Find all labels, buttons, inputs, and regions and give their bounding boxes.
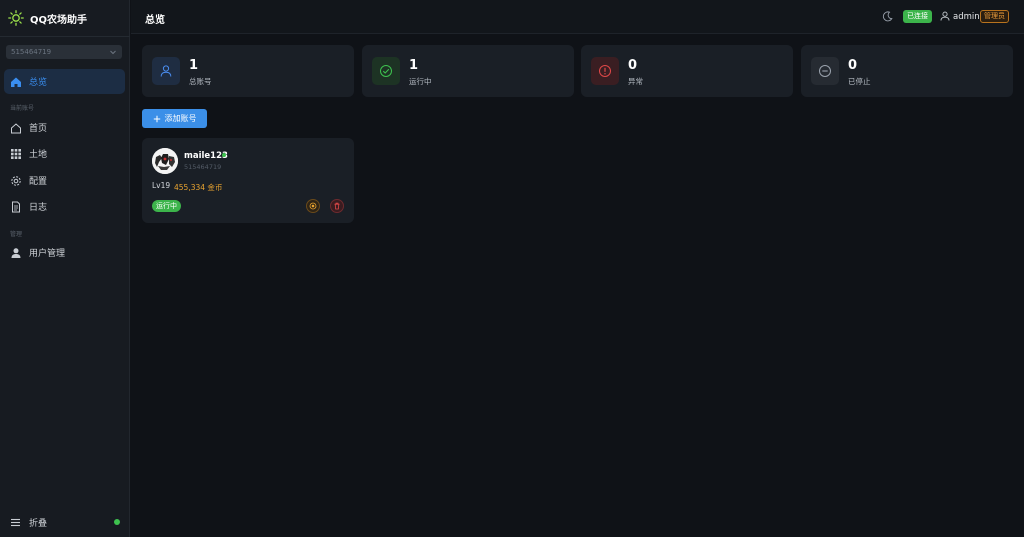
divider <box>0 36 130 37</box>
nav-section-account: 当前账号 <box>10 105 35 112</box>
collapse-label: 折叠 <box>29 519 48 529</box>
stat-icon-box <box>591 57 619 85</box>
account-level: Lv19 <box>152 181 171 190</box>
stat-card-total: 1 总账号 <box>142 45 354 97</box>
online-status-dot <box>222 153 226 157</box>
stat-icon-box <box>152 57 180 85</box>
sidebar: QQ农场助手 515464719 总览 当前账号 首页 土地 配置 日志 管理 … <box>0 0 130 537</box>
stat-value: 1 <box>409 58 419 73</box>
menu-icon <box>11 518 20 527</box>
sidebar-item-logs[interactable]: 日志 <box>4 194 125 219</box>
stat-icon-box <box>372 57 400 85</box>
account-select[interactable]: 515464719 <box>6 45 122 59</box>
sidebar-item-label: 日志 <box>29 203 48 213</box>
add-account-label: 添加账号 <box>164 114 197 123</box>
nav-section-manage: 管理 <box>10 231 23 238</box>
top-header: 总览 已连接 admin 管理员 <box>131 0 1024 34</box>
username[interactable]: admin <box>953 12 980 22</box>
sidebar-item-land[interactable]: 土地 <box>4 141 125 166</box>
status-badge: 运行中 <box>152 200 181 212</box>
sidebar-item-config[interactable]: 配置 <box>4 168 125 193</box>
alert-circle-icon <box>599 65 611 77</box>
connection-status-badge: 已连接 <box>903 10 932 23</box>
stat-icon-box <box>811 57 839 85</box>
sidebar-item-label: 首页 <box>29 124 48 134</box>
user-icon <box>11 247 21 258</box>
stop-circle-icon <box>309 202 317 210</box>
account-id: 515464719 <box>184 163 222 171</box>
sun-icon <box>8 10 24 26</box>
plus-icon <box>153 115 160 122</box>
sidebar-item-label: 总览 <box>29 78 48 88</box>
stat-card-stopped: 0 已停止 <box>801 45 1013 97</box>
check-circle-icon <box>380 65 392 77</box>
home-icon <box>11 77 21 87</box>
chevron-down-icon <box>110 50 116 55</box>
stat-card-running: 1 运行中 <box>362 45 574 97</box>
sidebar-item-user-management[interactable]: 用户管理 <box>4 240 125 265</box>
stat-card-error: 0 异常 <box>581 45 793 97</box>
sidebar-item-label: 配置 <box>29 177 48 187</box>
stop-button[interactable] <box>306 199 320 213</box>
stat-value: 1 <box>189 58 199 73</box>
delete-button[interactable] <box>330 199 344 213</box>
sidebar-item-home[interactable]: 首页 <box>4 115 125 140</box>
collapse-button[interactable]: 折叠 <box>10 516 47 529</box>
grid-icon <box>11 148 21 159</box>
avatar <box>152 148 178 174</box>
avatar-image <box>152 148 178 174</box>
stat-value: 0 <box>628 58 638 73</box>
document-icon <box>12 201 20 212</box>
account-gold: 455,334 金币 <box>174 183 223 192</box>
role-badge: 管理员 <box>980 10 1009 23</box>
account-card[interactable]: maile123 515464719 Lv19 455,334 金币 运行中 <box>142 138 354 223</box>
stat-label: 总账号 <box>189 77 212 86</box>
gear-icon <box>11 175 21 186</box>
stat-label: 运行中 <box>409 77 432 86</box>
app-title: QQ农场助手 <box>30 14 88 26</box>
trash-icon <box>334 202 340 210</box>
house-outline-icon <box>11 122 21 133</box>
user-icon <box>160 65 172 77</box>
user-icon <box>940 11 950 21</box>
add-account-button[interactable]: 添加账号 <box>142 109 207 128</box>
minus-circle-icon <box>819 65 831 77</box>
stat-label: 异常 <box>628 77 643 86</box>
online-status-dot <box>114 519 120 525</box>
stat-value: 0 <box>848 58 858 73</box>
sidebar-item-label: 土地 <box>29 150 48 160</box>
account-select-value: 515464719 <box>11 48 52 56</box>
sidebar-item-overview[interactable]: 总览 <box>4 69 125 94</box>
moon-icon[interactable] <box>882 11 893 22</box>
page-title: 总览 <box>145 15 165 26</box>
app-logo[interactable]: QQ农场助手 <box>8 10 87 26</box>
stat-label: 已停止 <box>848 77 871 86</box>
sidebar-item-label: 用户管理 <box>29 249 66 259</box>
